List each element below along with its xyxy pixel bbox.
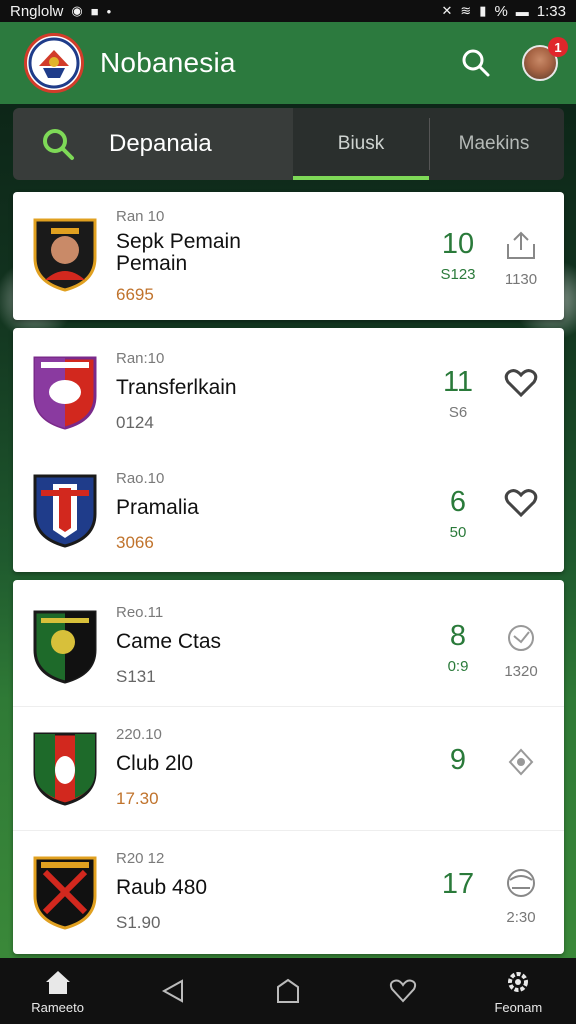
player-card: Ran:10 Transferlkain 0124 11 S6 Rao.10 P… xyxy=(13,328,564,572)
nav-system-home[interactable] xyxy=(238,977,338,1005)
status-notification-icon: ■ xyxy=(90,3,99,19)
battery-percent: % xyxy=(494,2,508,20)
score-value: 17 xyxy=(441,868,475,900)
search-icon xyxy=(462,49,490,77)
react-button[interactable] xyxy=(486,746,556,781)
app-logo[interactable] xyxy=(24,33,84,93)
ball-icon xyxy=(507,869,535,897)
score-subvalue: S123 xyxy=(440,266,476,283)
score-subvalue: S6 xyxy=(448,404,468,421)
player-badge-icon xyxy=(33,218,97,292)
bottom-navigation: Rameeto Feonam xyxy=(0,958,576,1024)
item-title: Pramalia xyxy=(116,496,199,519)
search-icon xyxy=(43,129,74,160)
home-icon xyxy=(45,970,70,994)
rank-label: 220.10 xyxy=(116,726,162,743)
status-bar: Rnglolw ◉ ■ • ✕ ≋ ▮ % ▬ 1:33 xyxy=(0,0,576,22)
list-item[interactable]: 220.10 Club 2l0 17.30 9 xyxy=(13,710,564,830)
score-value: 6 xyxy=(449,486,467,518)
nav-home-label: Rameeto xyxy=(31,999,84,1015)
favorite-button[interactable] xyxy=(486,488,556,523)
wifi-icon: ≋ xyxy=(460,3,472,18)
score-value: 10 xyxy=(441,228,475,260)
list-item[interactable]: R20 12 Raub 480 S1.90 17 2:30 xyxy=(13,834,564,954)
item-subvalue: 3066 xyxy=(116,533,154,552)
item-title: Sepk Pemain Pemain xyxy=(116,230,241,275)
rank-label: Reo.11 xyxy=(116,604,164,621)
club-badge-icon xyxy=(33,610,97,684)
score-subvalue: 0:9 xyxy=(447,658,469,675)
battery-icon: ▬ xyxy=(515,3,529,19)
list-divider xyxy=(13,706,564,707)
action-value: 1320 xyxy=(504,663,538,680)
react-button[interactable]: 2:30 xyxy=(486,868,556,926)
action-value: 1130 xyxy=(504,271,538,288)
score-value: 11 xyxy=(442,366,474,398)
heart-outline-icon xyxy=(390,979,417,1003)
header-search-button[interactable] xyxy=(456,43,496,83)
club-badge-icon xyxy=(33,474,97,548)
hand-icon xyxy=(508,748,534,776)
rank-label: Ran:10 xyxy=(116,350,165,367)
clock: 1:33 xyxy=(536,2,566,20)
nav-favorites[interactable] xyxy=(353,977,453,1005)
club-badge-icon xyxy=(33,856,97,930)
favorite-button[interactable] xyxy=(486,368,556,403)
tab-maekins[interactable]: Maekins xyxy=(430,108,558,180)
nav-settings[interactable]: Feonam xyxy=(468,968,568,1015)
list-divider xyxy=(13,830,564,831)
share-icon xyxy=(507,231,535,259)
carrier-text: Rnglolw xyxy=(10,2,64,20)
player-card: Reo.11 Came Ctas S131 8 0:9 1320 220.10 … xyxy=(13,580,564,954)
mute-icon: ✕ xyxy=(441,3,453,18)
item-subvalue: S1.90 xyxy=(116,913,161,932)
action-value: 2:30 xyxy=(506,909,536,926)
player-card: Ran 10 Sepk Pemain Pemain 6695 10 S123 1… xyxy=(13,192,564,320)
score-subvalue: 50 xyxy=(449,524,467,541)
list-item[interactable]: Reo.11 Came Ctas S131 8 0:9 1320 xyxy=(13,586,564,706)
item-title: Raub 480 xyxy=(116,876,208,899)
app-bar: Nobanesia 1 xyxy=(0,22,576,104)
list-item[interactable]: Rao.10 Pramalia 3066 6 50 xyxy=(13,450,564,570)
rank-label: R20 12 xyxy=(116,850,165,867)
rank-label: Rao.10 xyxy=(116,470,165,487)
gear-icon xyxy=(508,971,529,992)
nav-home[interactable]: Rameeto xyxy=(8,968,108,1015)
notification-badge: 1 xyxy=(548,37,568,57)
search-tab-bar: Depanaia Biusk Maekins xyxy=(13,108,564,180)
nav-settings-label: Feonam xyxy=(494,999,543,1015)
item-subvalue: 0124 xyxy=(116,413,154,432)
item-subvalue: S131 xyxy=(116,667,156,686)
item-subvalue: 6695 xyxy=(116,285,154,304)
home-circle-icon xyxy=(276,978,299,1003)
list-item[interactable]: Ran:10 Transferlkain 0124 11 S6 xyxy=(13,330,564,450)
heart-icon xyxy=(504,369,538,398)
search-input[interactable]: Depanaia xyxy=(13,108,293,180)
signal-icon: ▮ xyxy=(479,3,487,18)
club-badge-icon xyxy=(33,356,97,430)
item-title: Transferlkain xyxy=(116,376,237,399)
back-icon xyxy=(161,979,183,1003)
hand-icon xyxy=(508,625,534,651)
logo-emblem-icon xyxy=(28,37,80,89)
share-button[interactable]: 1130 xyxy=(486,230,556,288)
item-title: Club 2l0 xyxy=(116,752,194,775)
app-title: Nobanesia xyxy=(100,47,236,78)
club-badge-icon xyxy=(33,732,97,806)
rank-label: Ran 10 xyxy=(116,208,165,225)
nav-back[interactable] xyxy=(123,977,223,1005)
score-value: 8 xyxy=(449,620,467,652)
heart-icon xyxy=(504,489,538,518)
score-value: 9 xyxy=(449,744,467,776)
profile-button[interactable]: 1 xyxy=(522,37,568,81)
item-subvalue: 17.30 xyxy=(116,789,159,808)
list-item[interactable]: Ran 10 Sepk Pemain Pemain 6695 10 S123 1… xyxy=(13,196,564,316)
status-app-icon: ◉ xyxy=(71,3,83,18)
tab-biusk[interactable]: Biusk xyxy=(293,108,429,180)
status-dot-icon: • xyxy=(106,3,112,19)
react-button[interactable]: 1320 xyxy=(486,622,556,680)
item-title: Came Ctas xyxy=(116,630,222,653)
search-value: Depanaia xyxy=(109,130,212,157)
